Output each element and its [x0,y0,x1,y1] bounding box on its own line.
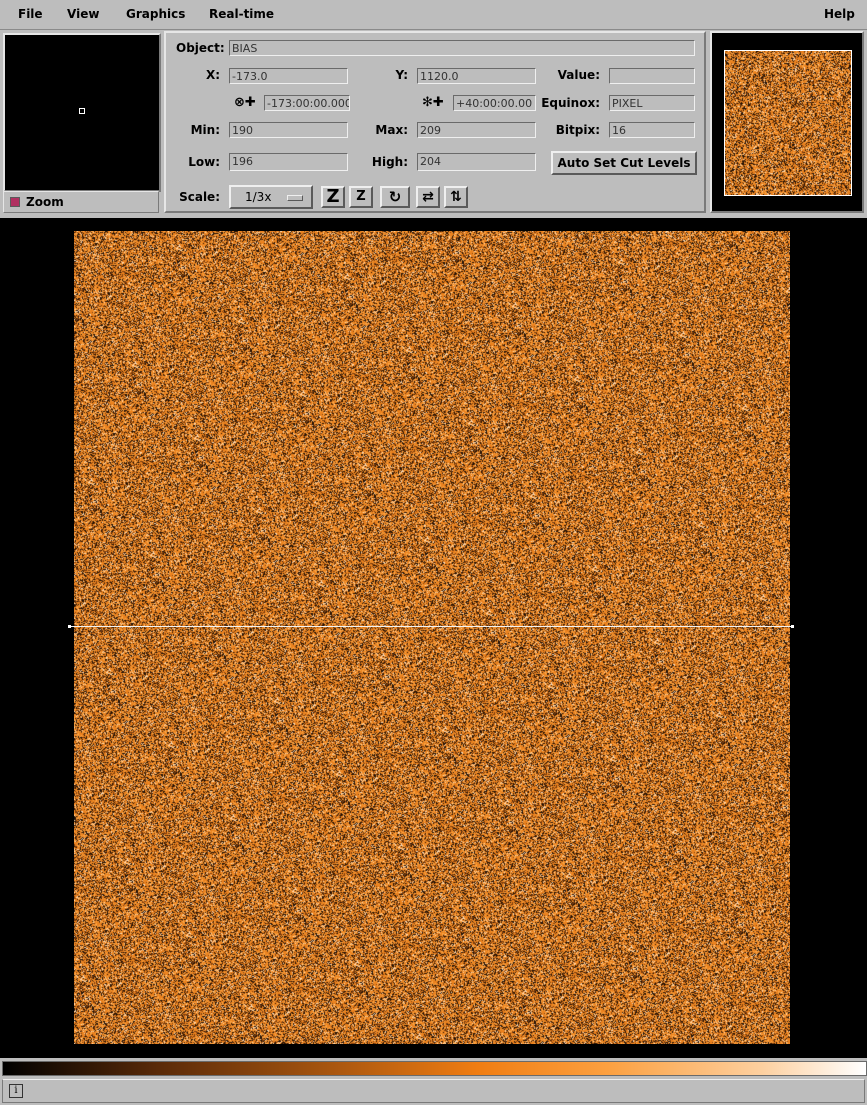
min-field[interactable]: 190 [229,122,348,138]
zoom-toggle[interactable]: Zoom [3,191,159,213]
low-input[interactable]: 196 [229,153,348,171]
menu-graphics-label: Graphics [126,7,186,21]
option-menu-indicator-icon [287,195,303,201]
equinox-field[interactable]: PIXEL [609,95,695,111]
panner-view[interactable] [3,33,161,192]
x-label: X: [205,68,220,82]
flip-x-button[interactable]: ⇄ [416,186,440,208]
scale-menu-button[interactable]: 1/3x [229,185,313,209]
cut-line-handle-right[interactable] [791,625,794,628]
menu-realtime[interactable]: Real-time [209,7,274,21]
flip-y-icon: ⇅ [450,189,462,205]
zoom-label: Zoom [26,195,64,209]
bitpix-label: Bitpix: [555,123,600,137]
flip-x-icon: ⇄ [422,189,434,205]
ra-symbol-icon: ⊗✚ [234,95,256,110]
colorbar[interactable] [2,1061,867,1076]
max-label: Max: [375,123,408,137]
low-label: Low: [188,155,220,169]
value-field[interactable] [609,68,695,84]
menu-bar: File View Graphics Real-time Help [0,0,867,30]
value-label: Value: [557,68,600,82]
menu-help-label: Help [824,7,855,21]
zoom-out-icon: Z [356,189,366,204]
y-label: Y: [395,68,408,82]
high-input[interactable]: 204 [417,153,536,171]
x-field[interactable]: -173.0 [229,68,348,84]
menu-view[interactable]: View [67,7,99,21]
cut-line-handle-left[interactable] [68,625,71,628]
rotate-button[interactable]: ↻ [380,186,410,208]
max-field[interactable]: 209 [417,122,536,138]
menu-file-label: File [18,7,43,21]
equinox-label: Equinox: [541,96,600,110]
rotate-icon: ↻ [388,188,402,206]
menu-view-label: View [67,7,100,21]
menu-help[interactable]: Help [824,7,855,21]
object-label: Object: [176,41,225,55]
thumbnail-image[interactable] [724,50,852,196]
panner-position-marker[interactable] [79,108,85,114]
info-panel: Object: BIAS X: -173.0 Y: 1120.0 Value: … [164,31,706,213]
menu-realtime-label: Real-time [209,7,275,21]
ra-field[interactable]: -173:00:00.000 [264,95,350,111]
main-image[interactable] [74,231,790,1044]
dec-field[interactable]: +40:00:00.00 [453,95,536,111]
cut-line[interactable] [69,626,793,627]
zoom-in-icon: Z [326,186,340,207]
zoom-in-button[interactable]: Z [321,186,345,208]
auto-set-cut-levels-button[interactable]: Auto Set Cut Levels [551,151,697,175]
scale-label: Scale: [179,190,220,204]
info-icon: i [9,1084,23,1098]
high-label: High: [371,155,408,169]
image-display-area[interactable] [0,218,867,1058]
zoom-checkbox-icon[interactable] [10,197,20,207]
zoom-out-button[interactable]: Z [349,186,373,208]
y-field[interactable]: 1120.0 [417,68,536,84]
menu-graphics[interactable]: Graphics [126,7,185,21]
bitpix-field[interactable]: 16 [609,122,695,138]
status-bar: i [2,1079,865,1103]
object-field[interactable]: BIAS [229,40,695,56]
scale-value: 1/3x [245,190,272,204]
flip-y-button[interactable]: ⇅ [444,186,468,208]
min-label: Min: [190,123,220,137]
thumbnail-panel [710,31,864,213]
dec-symbol-icon: ✻✚ [422,95,444,110]
menu-file[interactable]: File [18,7,43,21]
